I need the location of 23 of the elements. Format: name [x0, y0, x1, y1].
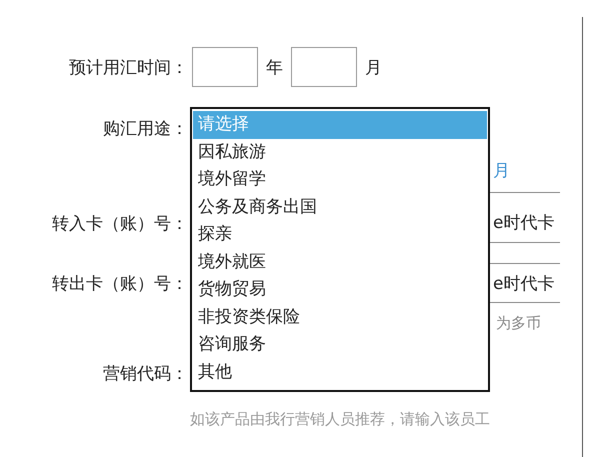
dropdown-option[interactable]: 其他 — [193, 358, 487, 386]
card-text: e时代卡 — [492, 272, 554, 294]
dropdown-option[interactable]: 公务及商务出国 — [193, 194, 487, 221]
unit-label: 年 — [266, 56, 283, 78]
note-text: 为多币 — [496, 314, 541, 332]
dropdown-option[interactable]: 咨询服务 — [193, 331, 487, 358]
field-label: 购汇用途： — [102, 118, 188, 140]
month-text: 月 — [493, 160, 510, 182]
dropdown-option[interactable]: 货物贸易 — [193, 276, 487, 304]
dropdown-option[interactable]: 境外留学 — [193, 166, 487, 194]
dropdown-option[interactable]: 非投资类保险 — [193, 304, 487, 331]
hint-text: 如该产品由我行营销人员推荐，请输入该员工 — [190, 410, 490, 428]
field-label: 预计用汇时间： — [68, 56, 188, 78]
dropdown-option[interactable]: 因私旅游 — [193, 138, 487, 166]
field-label: 营销代码： — [102, 362, 188, 384]
dropdown-option[interactable]: 探亲 — [193, 221, 487, 248]
field-label: 转出卡（账）号： — [51, 272, 188, 294]
month-input[interactable] — [291, 47, 357, 87]
card-text: e时代卡 — [492, 212, 554, 234]
unit-label: 月 — [365, 56, 382, 78]
year-input[interactable] — [192, 47, 258, 87]
dropdown-option[interactable]: 境外就医 — [193, 248, 487, 276]
field-label: 转入卡（账）号： — [51, 212, 188, 234]
